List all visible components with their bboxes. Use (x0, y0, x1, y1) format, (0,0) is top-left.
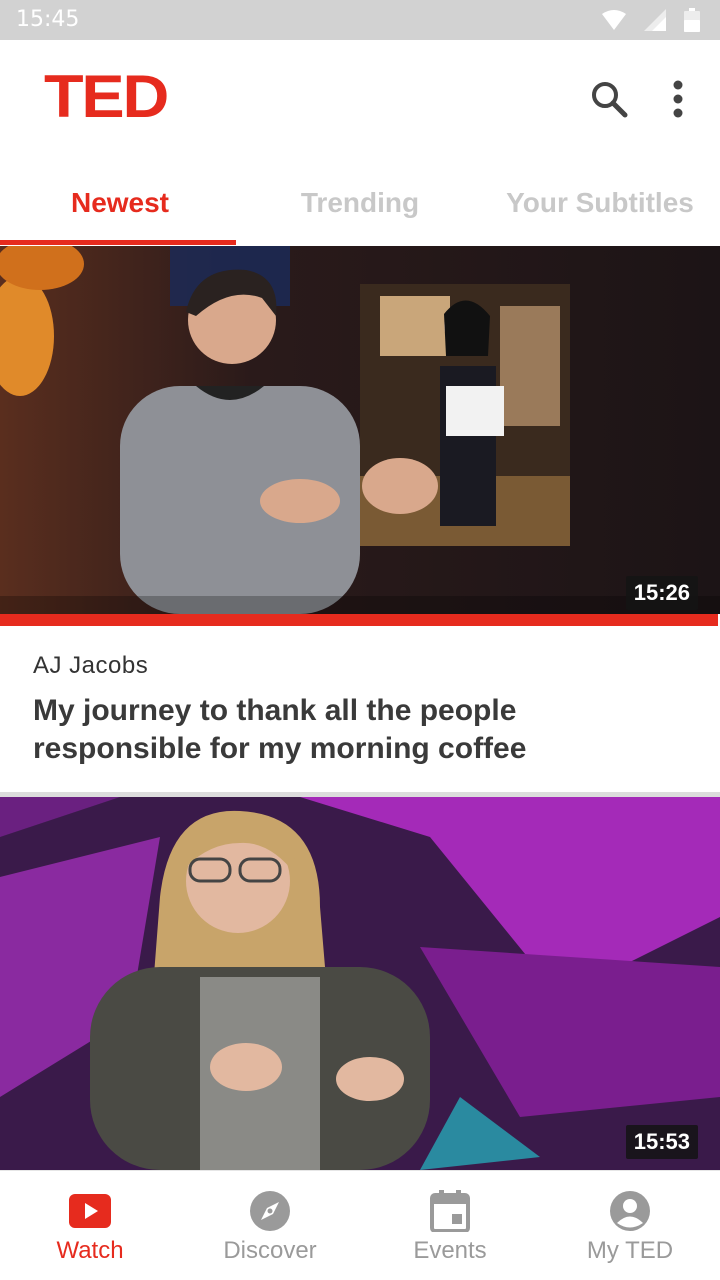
nav-events[interactable]: Events (360, 1171, 540, 1280)
nav-watch[interactable]: Watch (0, 1171, 180, 1280)
search-button[interactable] (586, 76, 632, 122)
tab-newest[interactable]: Newest (0, 160, 240, 246)
talk-title: My journey to thank all the people respo… (33, 694, 527, 765)
nav-label-events: Events (413, 1237, 487, 1264)
duration-badge: 15:26 (625, 576, 698, 610)
tab-bar: Newest Trending Your Subtitles (0, 160, 720, 246)
app-bar: TED (0, 40, 720, 160)
nav-label-watch: Watch (56, 1237, 124, 1264)
account-icon (610, 1191, 650, 1231)
calendar-icon (430, 1190, 470, 1232)
status-icons (602, 8, 700, 32)
nav-discover[interactable]: Discover (180, 1171, 360, 1280)
battery-icon (684, 8, 700, 32)
search-icon (592, 82, 628, 118)
more-vert-icon (673, 80, 683, 118)
signal-icon (644, 9, 666, 31)
ted-logo[interactable]: TED (44, 62, 169, 132)
duration-badge: 15:53 (625, 1125, 698, 1159)
compass-icon (250, 1191, 290, 1231)
more-options-button[interactable] (660, 76, 696, 122)
talk-thumbnail[interactable]: 15:26 (0, 246, 720, 614)
bottom-navigation: Watch Discover Events My TED (0, 1170, 720, 1280)
tab-trending[interactable]: Trending (240, 160, 480, 246)
talk-thumbnail-image (0, 246, 720, 614)
wifi-icon (602, 10, 626, 30)
play-video-icon (69, 1194, 111, 1228)
talk-thumbnail-image (0, 797, 720, 1170)
status-bar: 15:45 (0, 0, 720, 40)
talk-card-info[interactable]: AJ Jacobs My journey to thank all the pe… (0, 626, 720, 792)
watch-progress-bar (0, 614, 718, 626)
nav-my-ted[interactable]: My TED (540, 1171, 720, 1280)
status-time: 15:45 (16, 7, 80, 32)
active-tab-indicator (0, 240, 236, 245)
nav-label-my-ted: My TED (586, 1237, 674, 1264)
speaker-name: AJ Jacobs (33, 652, 149, 679)
tab-your-subtitles[interactable]: Your Subtitles (480, 160, 720, 246)
talk-thumbnail[interactable]: 15:53 (0, 797, 720, 1170)
nav-label-discover: Discover (223, 1237, 317, 1264)
